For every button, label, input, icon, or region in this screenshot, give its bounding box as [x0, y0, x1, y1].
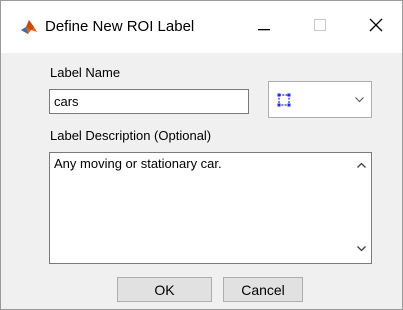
scroll-down-icon[interactable] — [351, 239, 371, 259]
label-description-text[interactable]: Any moving or stationary car. — [54, 156, 222, 172]
rectangle-roi-icon — [277, 93, 291, 107]
cancel-button[interactable]: Cancel — [223, 277, 303, 302]
scroll-up-icon[interactable] — [351, 155, 371, 175]
roi-shape-dropdown[interactable] — [268, 81, 372, 118]
chevron-down-icon[interactable] — [347, 82, 371, 117]
minimize-icon — [258, 18, 270, 36]
matlab-icon — [20, 18, 38, 36]
title-bar[interactable]: Define New ROI Label — [1, 1, 402, 53]
ok-button[interactable]: OK — [117, 277, 212, 302]
close-button[interactable] — [353, 1, 399, 53]
label-name-caption: Label Name — [50, 65, 121, 80]
window-title: Define New ROI Label — [45, 18, 195, 35]
close-icon — [369, 18, 383, 37]
define-roi-label-dialog: Define New ROI Label Label Name cars Lab… — [0, 0, 403, 310]
maximize-button[interactable] — [297, 1, 343, 53]
label-name-input[interactable]: cars — [49, 89, 249, 114]
minimize-button[interactable] — [241, 1, 287, 53]
label-description-caption: Label Description (Optional) — [50, 128, 212, 143]
vertical-scrollbar[interactable] — [351, 153, 371, 263]
label-description-textarea[interactable]: Any moving or stationary car. — [49, 152, 372, 264]
maximize-icon — [314, 18, 326, 36]
